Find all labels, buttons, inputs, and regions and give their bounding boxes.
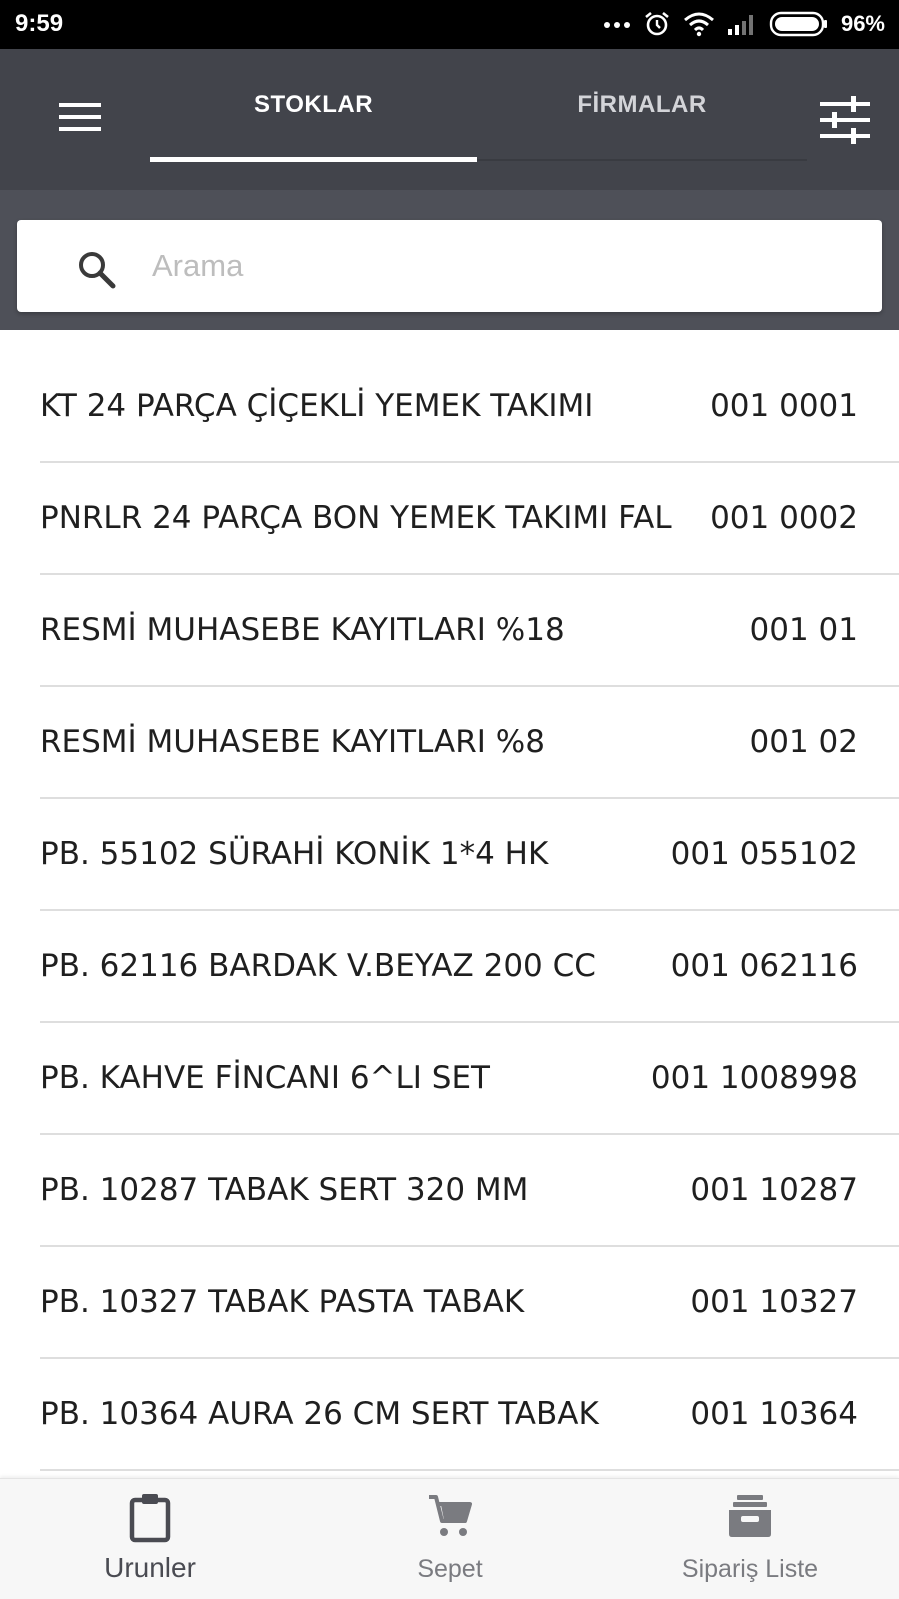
filter-button[interactable] xyxy=(816,93,874,147)
list-item[interactable]: PB. 62116 BARDAK V.BEYAZ 200 CC 001 0621… xyxy=(40,911,899,1023)
item-name: RESMİ MUHASEBE KAYITLARI %8 xyxy=(40,724,545,760)
item-name: PB. KAHVE FİNCANI 6^LI SET xyxy=(40,1060,490,1096)
item-name: PNRLR 24 PARÇA BON YEMEK TAKIMI FAL xyxy=(40,500,672,536)
item-code: 001 0002 xyxy=(710,500,858,536)
list-item[interactable]: PB. 10287 TABAK SERT 320 MM 001 10287 xyxy=(40,1135,899,1247)
item-name: RESMİ MUHASEBE KAYITLARI %18 xyxy=(40,612,565,648)
item-code: 001 02 xyxy=(749,724,858,760)
battery-percent: 96% xyxy=(840,11,885,36)
list-item[interactable]: PB. 55102 SÜRAHİ KONİK 1*4 HK 001 055102 xyxy=(40,799,899,911)
list-item[interactable]: PNRLR 24 PARÇA BON YEMEK TAKIMI FAL 001 … xyxy=(40,463,899,575)
nav-sepet-label: Sepet xyxy=(417,1555,483,1583)
nav-sepet[interactable]: Sepet xyxy=(300,1479,600,1599)
tab-firmalar[interactable]: FİRMALAR xyxy=(477,49,807,161)
status-bar: 9:59 96% xyxy=(0,0,899,49)
menu-button[interactable] xyxy=(52,89,108,145)
bottom-nav: Urunler Sepet Sipariş Liste xyxy=(0,1478,899,1599)
item-name: PB. 62116 BARDAK V.BEYAZ 200 CC xyxy=(40,948,596,984)
tab-stoklar[interactable]: STOKLAR xyxy=(150,49,477,161)
item-code: 001 10287 xyxy=(690,1172,858,1208)
cart-icon xyxy=(429,1495,472,1536)
item-name: PB. 55102 SÜRAHİ KONİK 1*4 HK xyxy=(40,836,549,872)
list-item[interactable] xyxy=(40,1471,899,1478)
sliders-icon xyxy=(820,96,870,144)
archive-box-icon xyxy=(729,1495,771,1537)
item-code: 001 1008998 xyxy=(650,1060,858,1096)
item-name: PB. 10327 TABAK PASTA TABAK xyxy=(40,1284,525,1320)
more-dots-icon xyxy=(603,22,630,28)
nav-siparis-liste[interactable]: Sipariş Liste xyxy=(600,1479,899,1599)
item-code: 001 10364 xyxy=(690,1396,858,1432)
item-code: 001 01 xyxy=(749,612,858,648)
list-item[interactable]: KT 24 PARÇA ÇİÇEKLİ YEMEK TAKIMI 001 000… xyxy=(40,351,899,463)
list-item[interactable]: PB. 10364 AURA 26 CM SERT TABAK 001 1036… xyxy=(40,1359,899,1471)
list-item[interactable]: PB. 10327 TABAK PASTA TABAK 001 10327 xyxy=(40,1247,899,1359)
search-box[interactable] xyxy=(17,220,882,312)
status-icons: 96% xyxy=(603,9,885,39)
alarm-icon xyxy=(645,11,669,36)
list-item[interactable]: RESMİ MUHASEBE KAYITLARI %18 001 01 xyxy=(40,575,899,687)
item-name: PB. 10287 TABAK SERT 320 MM xyxy=(40,1172,529,1208)
item-code: 001 10327 xyxy=(690,1284,858,1320)
app-bar: STOKLAR FİRMALAR xyxy=(0,49,899,190)
signal-icon xyxy=(727,15,753,35)
menu-icon xyxy=(59,103,101,131)
item-code: 001 062116 xyxy=(670,948,858,984)
clipboard-icon xyxy=(129,1494,171,1543)
status-time: 9:59 xyxy=(15,10,64,37)
search-input[interactable] xyxy=(152,236,852,296)
stock-list: KT 24 PARÇA ÇİÇEKLİ YEMEK TAKIMI 001 000… xyxy=(0,351,899,1478)
item-name: KT 24 PARÇA ÇİÇEKLİ YEMEK TAKIMI xyxy=(40,388,594,424)
nav-urunler[interactable]: Urunler xyxy=(0,1479,300,1599)
battery-icon xyxy=(769,11,827,37)
search-band xyxy=(0,190,899,330)
item-code: 001 055102 xyxy=(670,836,858,872)
tab-indicator xyxy=(150,157,477,162)
nav-siparis-liste-label: Sipariş Liste xyxy=(681,1555,819,1583)
list-item[interactable]: RESMİ MUHASEBE KAYITLARI %8 001 02 xyxy=(40,687,899,799)
search-icon xyxy=(79,252,116,289)
item-code: 001 0001 xyxy=(710,388,858,424)
list-item[interactable]: PB. KAHVE FİNCANI 6^LI SET 001 1008998 xyxy=(40,1023,899,1135)
wifi-icon xyxy=(683,12,714,37)
item-name: PB. 10364 AURA 26 CM SERT TABAK xyxy=(40,1396,599,1432)
nav-urunler-label: Urunler xyxy=(104,1552,196,1583)
